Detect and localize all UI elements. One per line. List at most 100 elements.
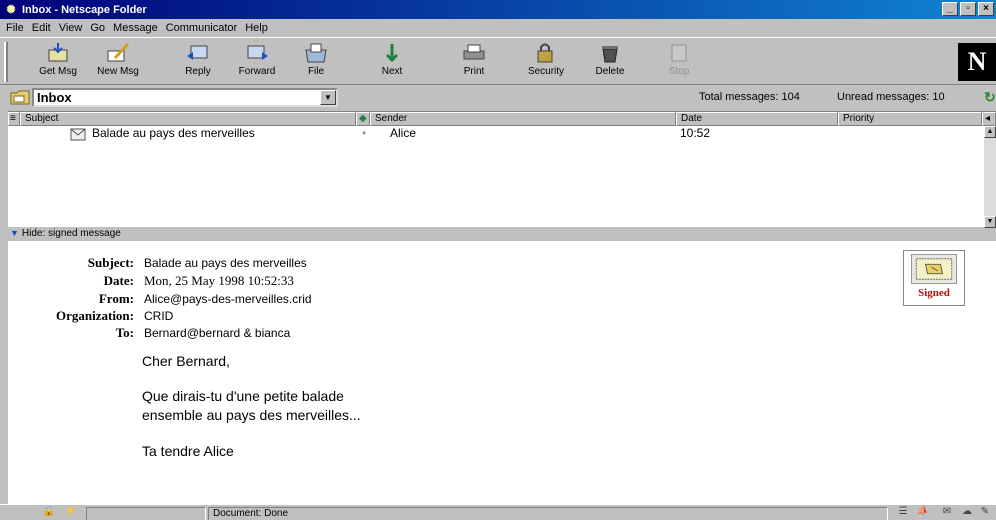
message-subject: Balade au pays des merveilles — [92, 126, 255, 140]
dropdown-arrow-icon[interactable]: ▼ — [320, 90, 336, 105]
status-text-box: Document: Done — [208, 507, 888, 520]
progress-box — [86, 507, 206, 520]
status-bar: 🔒 ⚡ Document: Done ☰ ⛵ ✉ ☁ ✎ — [0, 504, 996, 520]
from-value[interactable]: Alice@pays-des-merveilles.crid — [144, 291, 312, 307]
menu-go[interactable]: Go — [88, 22, 111, 34]
message-pane-toggle[interactable]: ▼ Hide: signed message — [8, 227, 996, 240]
column-picker-icon[interactable]: ◂ — [982, 112, 996, 126]
body-signature: Ta tendre Alice — [142, 443, 234, 459]
minimize-button[interactable]: _ — [942, 2, 958, 16]
discussion-icon[interactable]: ☁ — [958, 506, 976, 520]
to-label-cell: To: — [8, 325, 134, 341]
stop-icon — [671, 44, 687, 62]
mail-icon[interactable]: ✉ — [938, 506, 956, 520]
print-button[interactable]: Print — [456, 42, 492, 82]
to-value[interactable]: Bernard@bernard & bianca — [144, 325, 290, 341]
toolbar: Get Msg New Msg Reply Forward File Next … — [0, 37, 996, 85]
table-row[interactable]: Balade au pays des merveilles • Alice 10… — [8, 126, 984, 141]
unread-mail-icon — [70, 128, 86, 141]
thread-column-icon[interactable]: ≡ — [8, 112, 20, 126]
organization-label: Organization: — [56, 308, 134, 323]
signed-seal-icon — [911, 254, 957, 284]
get-msg-button[interactable]: Get Msg — [30, 42, 86, 82]
folder-name: Inbox — [37, 90, 72, 105]
composer-icon[interactable]: ✎ — [976, 506, 994, 520]
menu-message[interactable]: Message — [111, 22, 164, 34]
column-subject[interactable]: Subject — [20, 112, 356, 126]
read-column-icon[interactable]: ◆ — [356, 112, 370, 126]
new-msg-icon — [107, 42, 130, 62]
reply-icon — [187, 45, 208, 60]
hide-message-label: Hide: signed message — [21, 228, 121, 239]
from-label: From: — [98, 291, 134, 306]
menu-help[interactable]: Help — [243, 22, 274, 34]
message-sender: Alice — [390, 126, 417, 140]
window-title: Inbox - Netscape Folder — [22, 3, 147, 16]
print-icon — [463, 44, 485, 60]
offline-status-icon[interactable]: ⚡ — [62, 506, 80, 520]
status-text: Document: Done — [213, 508, 289, 519]
netscape-logo: N — [958, 43, 996, 81]
new-msg-label: New Msg — [97, 66, 139, 77]
folder-icon — [10, 90, 30, 105]
security-status-icon[interactable]: 🔒 — [40, 506, 58, 520]
menu-communicator[interactable]: Communicator — [164, 22, 244, 34]
file-icon — [305, 43, 327, 63]
reply-button[interactable]: Reply — [178, 42, 218, 82]
message-date: 10:52 — [680, 126, 711, 140]
stop-button[interactable]: Stop — [664, 42, 694, 82]
collapse-triangle-icon[interactable]: ▼ — [10, 228, 19, 238]
date-value: Mon, 25 May 1998 10:52:33 — [144, 273, 294, 288]
read-status-icon[interactable]: • — [362, 126, 366, 141]
organization-value: CRID — [144, 309, 174, 323]
print-label: Print — [463, 66, 485, 77]
folder-select[interactable]: Inbox ▼ — [32, 88, 338, 107]
delete-button[interactable]: Delete — [590, 42, 630, 82]
column-date[interactable]: Date — [676, 112, 838, 126]
maximize-button[interactable]: ▫ — [960, 2, 976, 16]
unread-messages: Unread messages: 10 — [837, 91, 945, 103]
column-sender[interactable]: Sender — [370, 112, 676, 126]
scroll-up-icon[interactable]: ▲ — [984, 126, 996, 138]
signed-badge[interactable]: Signed — [903, 250, 965, 306]
body-line-2: ensemble au pays des merveilles... — [142, 407, 361, 423]
toolbar-grip[interactable] — [4, 42, 8, 82]
date-label: Date: — [103, 273, 134, 288]
message-list: ≡ Subject ◆ Sender Date Priority ◂ Balad… — [8, 111, 996, 228]
next-icon — [385, 44, 399, 63]
close-button[interactable]: × — [978, 2, 994, 16]
subject-label-cell: Subject: — [8, 255, 134, 271]
forward-icon — [247, 45, 268, 60]
organization-label-cell: Organization: — [8, 308, 134, 324]
component-bar-grip-icon[interactable]: ☰ — [894, 506, 912, 520]
message-pane: Subject: Balade au pays des merveilles D… — [8, 241, 996, 504]
security-button[interactable]: Security — [521, 42, 571, 82]
thread-icon[interactable]: ↻ — [984, 89, 996, 105]
body-line-1: Que dirais-tu d'une petite balade — [142, 388, 344, 404]
navigator-icon[interactable]: ⛵ — [914, 506, 932, 520]
get-msg-label: Get Msg — [39, 66, 77, 77]
column-priority[interactable]: Priority — [838, 112, 982, 126]
stop-label: Stop — [668, 66, 690, 77]
get-msg-icon — [48, 43, 68, 62]
menu-edit[interactable]: Edit — [30, 22, 57, 34]
menu-file[interactable]: File — [4, 22, 30, 34]
from-label-cell: From: — [8, 291, 134, 307]
date-label-cell: Date: — [8, 273, 134, 289]
file-label: File — [307, 66, 325, 77]
folder-bar: Inbox ▼ Total messages: 104 Unread messa… — [0, 86, 996, 108]
signed-label: Signed — [918, 287, 950, 299]
forward-label: Forward — [238, 66, 276, 77]
list-scrollbar[interactable]: ▲ ▼ — [984, 126, 996, 228]
subject-label: Subject: — [87, 255, 134, 270]
forward-button[interactable]: Forward — [232, 42, 282, 82]
menu-view[interactable]: View — [57, 22, 89, 34]
netscape-icon: ✺ — [6, 4, 16, 16]
new-msg-button[interactable]: New Msg — [90, 42, 146, 82]
to-label: To: — [115, 325, 134, 340]
delete-label: Delete — [595, 66, 625, 77]
file-button[interactable]: File — [298, 42, 334, 82]
next-button[interactable]: Next — [374, 42, 410, 82]
reply-label: Reply — [185, 66, 211, 77]
security-icon — [537, 43, 553, 63]
